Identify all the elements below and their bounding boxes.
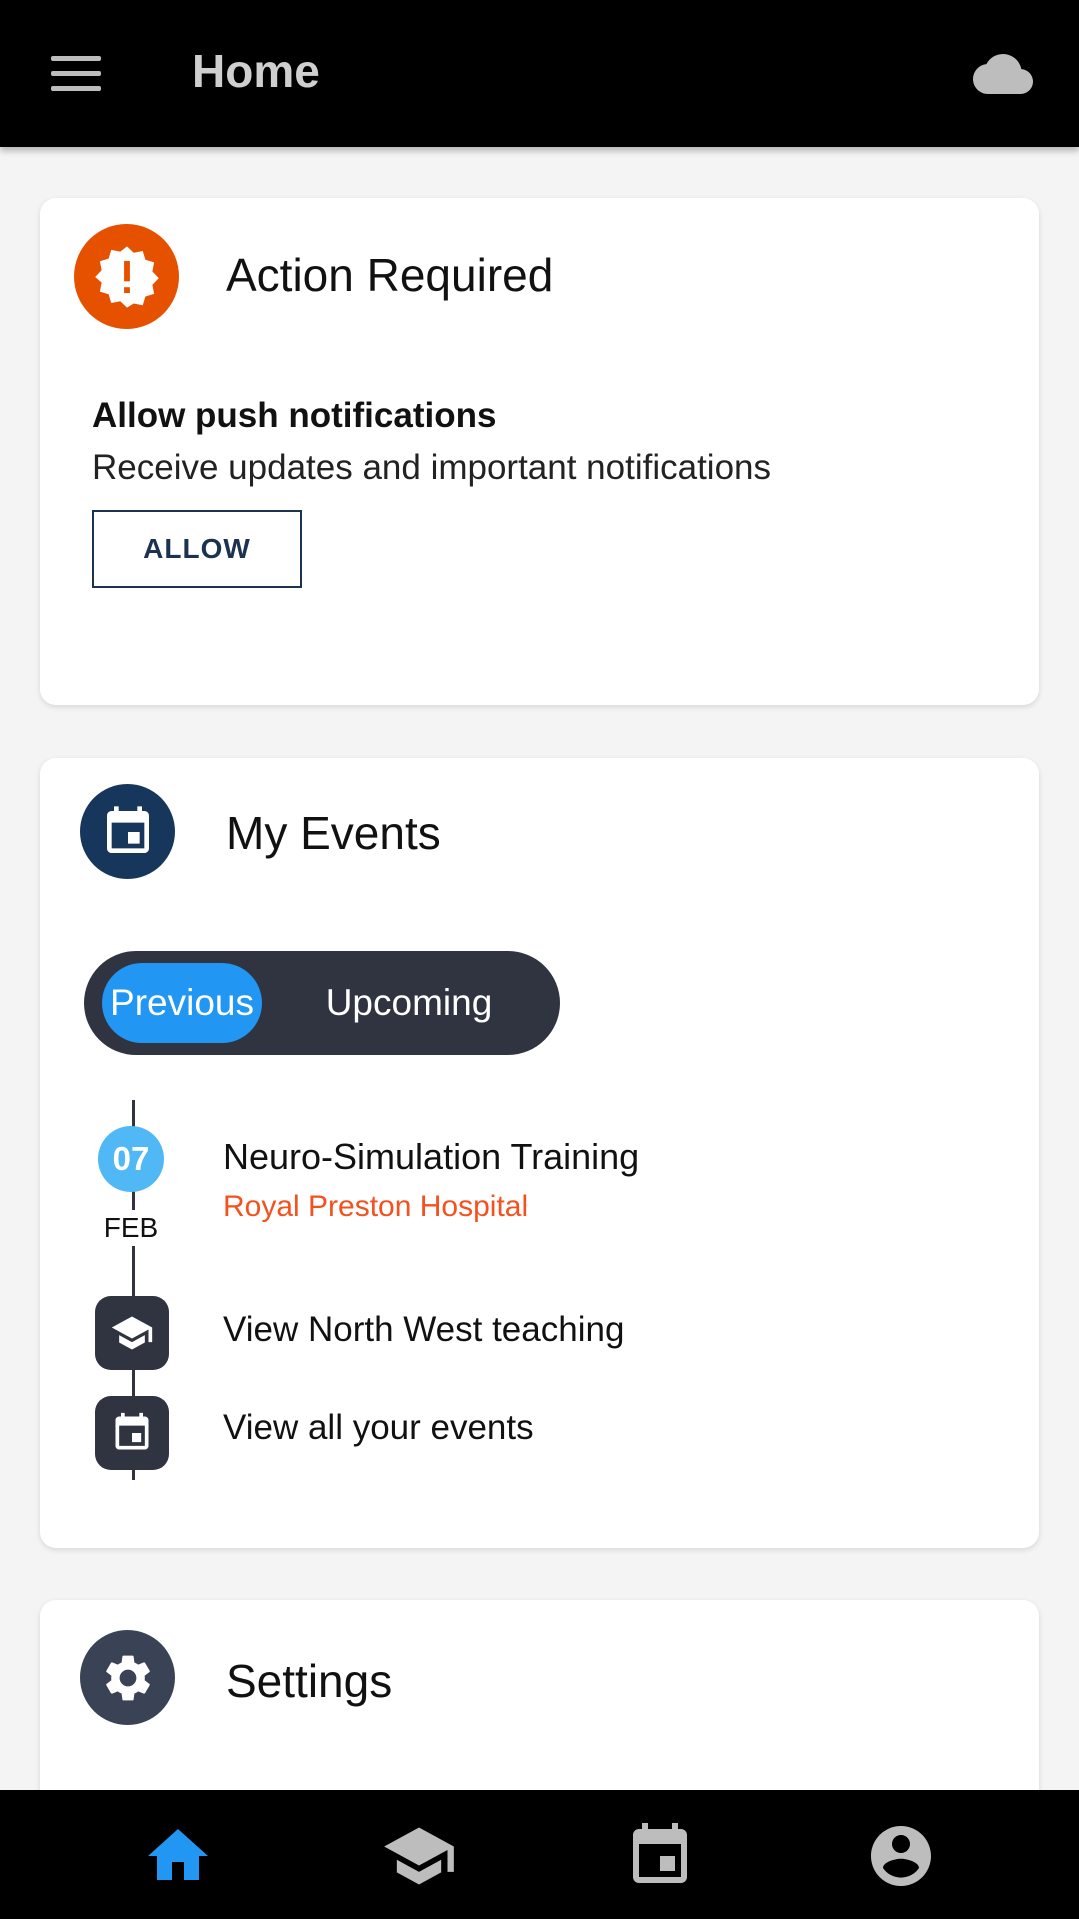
- events-toggle: Previous Upcoming: [84, 951, 560, 1055]
- my-events-title: My Events: [226, 807, 441, 859]
- bottom-navigation: [0, 1790, 1079, 1919]
- view-all-events-link[interactable]: View all your events: [223, 1408, 534, 1448]
- event-date-day: 07: [98, 1126, 164, 1192]
- action-required-title: Action Required: [226, 249, 554, 301]
- alert-badge-icon: [74, 224, 179, 329]
- view-teaching-link[interactable]: View North West teaching: [223, 1310, 624, 1350]
- push-notifications-title: Allow push notifications: [92, 396, 497, 435]
- cloud-icon[interactable]: [968, 44, 1038, 104]
- toggle-upcoming[interactable]: Upcoming: [274, 963, 544, 1043]
- graduation-cap-icon[interactable]: [95, 1296, 169, 1370]
- calendar-icon[interactable]: [95, 1396, 169, 1470]
- event-title[interactable]: Neuro-Simulation Training: [223, 1136, 639, 1178]
- calendar-icon[interactable]: [622, 1818, 698, 1894]
- account-circle-icon[interactable]: [863, 1818, 939, 1894]
- gear-icon: [80, 1630, 175, 1725]
- hamburger-menu-icon[interactable]: [44, 50, 108, 100]
- action-required-card: Action Required Allow push notifications…: [40, 198, 1039, 705]
- page-title: Home: [192, 45, 320, 97]
- top-app-bar: Home: [0, 0, 1079, 147]
- home-icon[interactable]: [140, 1818, 216, 1894]
- push-notifications-description: Receive updates and important notificati…: [92, 448, 772, 487]
- settings-title: Settings: [226, 1655, 393, 1707]
- my-events-card: My Events Previous Upcoming 07 FEB Neuro…: [40, 758, 1039, 1548]
- event-location: Royal Preston Hospital: [223, 1190, 529, 1223]
- event-date-month: FEB: [88, 1210, 174, 1246]
- graduation-cap-icon[interactable]: [381, 1818, 457, 1894]
- toggle-previous[interactable]: Previous: [102, 963, 262, 1043]
- calendar-icon: [80, 784, 175, 879]
- allow-button[interactable]: ALLOW: [92, 510, 302, 588]
